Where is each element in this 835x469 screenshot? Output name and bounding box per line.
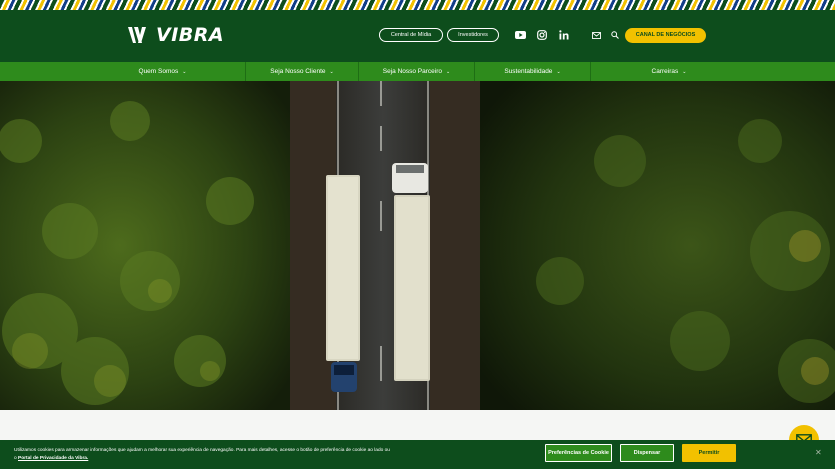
- hero-image: [0, 81, 835, 410]
- privacy-portal-link[interactable]: Portal de Privacidade da Vibra.: [18, 456, 88, 461]
- cookie-message-text: Utilizamos cookies para armazenar inform…: [14, 448, 390, 453]
- nav-item-label: Seja Nosso Parceiro: [382, 68, 443, 75]
- chevron-down-icon: ⌄: [182, 69, 187, 75]
- cookie-message-prefix: o: [14, 456, 17, 461]
- nav-item-label: Seja Nosso Cliente: [270, 68, 326, 75]
- dismiss-button[interactable]: Dispensar: [620, 444, 674, 462]
- chevron-down-icon: ⌄: [556, 69, 561, 75]
- chevron-down-icon: ⌄: [446, 69, 451, 75]
- mail-icon[interactable]: [589, 28, 603, 42]
- vibra-logo[interactable]: VIBRA: [128, 22, 224, 48]
- nav-item-customer[interactable]: Seja Nosso Cliente ⌄: [246, 62, 359, 81]
- cookie-banner: Utilizamos cookies para armazenar inform…: [0, 440, 835, 469]
- nav-item-label: Quem Somos: [138, 68, 179, 75]
- cookie-preferences-button[interactable]: Preferências de Cookie: [545, 444, 612, 462]
- media-center-link[interactable]: Central de Mídia: [379, 28, 443, 42]
- nav-item-about[interactable]: Quem Somos ⌄: [0, 62, 246, 81]
- instagram-icon[interactable]: [535, 28, 549, 42]
- nav-item-careers[interactable]: Carreiras ⌄: [591, 62, 835, 81]
- brand-name: VIBRA: [156, 24, 225, 46]
- nav-item-label: Carreiras: [651, 68, 679, 75]
- vibra-logo-mark: [128, 27, 146, 43]
- chevron-down-icon: ⌄: [329, 69, 334, 75]
- business-channel-button[interactable]: CANAL DE NEGÓCIOS: [625, 28, 706, 43]
- nav-item-partner[interactable]: Seja Nosso Parceiro ⌄: [359, 62, 475, 81]
- brand-stripe-bar: [0, 0, 835, 10]
- content-area: [0, 410, 835, 440]
- allow-button[interactable]: Permitir: [682, 444, 736, 462]
- investors-link[interactable]: Investidores: [447, 28, 499, 42]
- main-nav: Quem Somos ⌄ Seja Nosso Cliente ⌄ Seja Nos…: [0, 62, 835, 81]
- nav-item-label: Sustentabilidade: [504, 68, 553, 75]
- youtube-icon[interactable]: [513, 28, 527, 42]
- cookie-message: Utilizamos cookies para armazenar inform…: [14, 447, 464, 463]
- nav-item-sustainability[interactable]: Sustentabilidade ⌄: [475, 62, 591, 81]
- close-icon[interactable]: ✕: [815, 448, 822, 457]
- search-icon[interactable]: [608, 28, 622, 42]
- chevron-down-icon: ⌄: [682, 69, 687, 75]
- linkedin-icon[interactable]: [557, 28, 571, 42]
- site-header: VIBRA Central de Mídia Investidores CANA…: [0, 10, 835, 62]
